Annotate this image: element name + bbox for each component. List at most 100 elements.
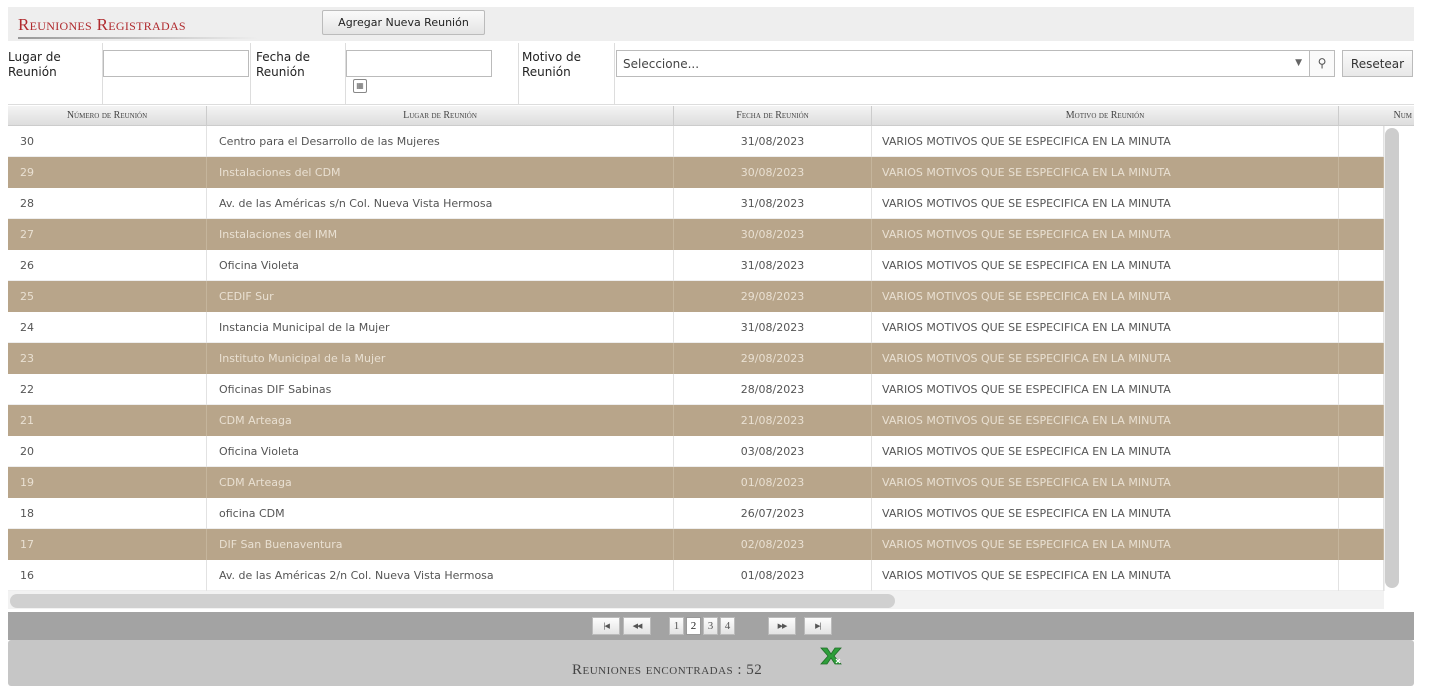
cell-num [1339,281,1384,312]
cell-lugar: DIF San Buenaventura [207,529,674,560]
table-row[interactable]: 17 DIF San Buenaventura 02/08/2023 VARIOS M… [8,529,1384,560]
cell-motivo: VARIOS MOTIVOS QUE SE ESPECIFICA EN LA M… [872,126,1339,157]
cell-num [1339,529,1384,560]
cell-fecha: 31/08/2023 [674,250,872,281]
pagination-bar: |◀ ◀◀ 1 2 3 4 ▶▶ ▶| [8,612,1414,640]
cell-motivo: VARIOS MOTIVOS QUE SE ESPECIFICA EN LA M… [872,343,1339,374]
table-row[interactable]: 20 Oficina Violeta 03/08/2023 VARIOS MOTIVO… [8,436,1384,467]
cell-lugar: Centro para el Desarrollo de las Mujeres [207,126,674,157]
cell-numero: 18 [8,498,207,529]
results-count: Reuniones encontradas : 52 [572,662,763,678]
column-header-fecha[interactable]: Fecha de Reunión [674,106,872,125]
cell-num [1339,157,1384,188]
cell-numero: 26 [8,250,207,281]
cell-motivo: VARIOS MOTIVOS QUE SE ESPECIFICA EN LA M… [872,498,1339,529]
table-row[interactable]: 28 Av. de las Américas s/n Col. Nueva Vis… [8,188,1384,219]
column-header-motivo[interactable]: Motivo de Reunión [872,106,1339,125]
table-body: 30 Centro para el Desarrollo de las Mujer… [8,126,1384,591]
cell-num [1339,405,1384,436]
reset-button[interactable]: Resetear [1342,50,1413,77]
cell-numero: 29 [8,157,207,188]
cell-motivo: VARIOS MOTIVOS QUE SE ESPECIFICA EN LA M… [872,374,1339,405]
cell-numero: 23 [8,343,207,374]
motivo-filter-label: Motivo de Reunión [522,50,581,79]
motivo-filter-select[interactable]: Seleccione... ▼ [616,50,1311,77]
vertical-scrollbar-thumb[interactable] [1385,128,1399,588]
title-underline [18,37,258,39]
cell-num [1339,126,1384,157]
cell-numero: 17 [8,529,207,560]
table-row[interactable]: 16 Av. de las Américas 2/n Col. Nueva Vis… [8,560,1384,591]
cell-fecha: 29/08/2023 [674,281,872,312]
cell-num [1339,188,1384,219]
cell-fecha: 31/08/2023 [674,312,872,343]
cell-motivo: VARIOS MOTIVOS QUE SE ESPECIFICA EN LA M… [872,467,1339,498]
fecha-filter-input[interactable] [346,50,492,77]
filter-bar: Lugar de Reunión Fecha de Reunión ▦ Moti… [8,43,1414,105]
cell-numero: 22 [8,374,207,405]
cell-lugar: Instalaciones del CDM [207,157,674,188]
table-row[interactable]: 30 Centro para el Desarrollo de las Mujer… [8,126,1384,157]
cell-lugar: oficina CDM [207,498,674,529]
table-row[interactable]: 19 CDM Arteaga 01/08/2023 VARIOS MOTIVOS QU… [8,467,1384,498]
cell-motivo: VARIOS MOTIVOS QUE SE ESPECIFICA EN LA M… [872,281,1339,312]
next-page-icon[interactable]: ▶▶ [768,617,796,635]
cell-lugar: CDM Arteaga [207,405,674,436]
lugar-filter-label: Lugar de Reunión [8,50,61,79]
cell-num [1339,250,1384,281]
first-page-icon[interactable]: |◀ [592,617,620,635]
cell-fecha: 28/08/2023 [674,374,872,405]
cell-num [1339,343,1384,374]
cell-fecha: 26/07/2023 [674,498,872,529]
cell-num [1339,312,1384,343]
page-button-2[interactable]: 2 [686,617,701,635]
add-meeting-button[interactable]: Agregar Nueva Reunión [322,10,485,35]
table-row[interactable]: 24 Instancia Municipal de la Mujer 31/08/2… [8,312,1384,343]
table-row[interactable]: 26 Oficina Violeta 31/08/2023 VARIOS MOTIVO… [8,250,1384,281]
table-row[interactable]: 22 Oficinas DIF Sabinas 28/08/2023 VARIOS M… [8,374,1384,405]
cell-fecha: 21/08/2023 [674,405,872,436]
table-row[interactable]: 27 Instalaciones del IMM 30/08/2023 VARIOS … [8,219,1384,250]
cell-lugar: CEDIF Sur [207,281,674,312]
cell-numero: 28 [8,188,207,219]
cell-numero: 21 [8,405,207,436]
calendar-icon[interactable]: ▦ [353,79,367,93]
cell-num [1339,374,1384,405]
column-header-num[interactable]: Num [1339,106,1414,125]
divider [614,43,615,105]
cell-motivo: VARIOS MOTIVOS QUE SE ESPECIFICA EN LA M… [872,405,1339,436]
cell-lugar: Av. de las Américas s/n Col. Nueva Vista… [207,188,674,219]
table-header: Número de Reunión Lugar de Reunión Fecha… [8,106,1414,126]
cell-numero: 16 [8,560,207,591]
cell-numero: 30 [8,126,207,157]
search-icon[interactable]: ⚲ [1309,50,1335,77]
cell-lugar: Oficina Violeta [207,436,674,467]
cell-num [1339,560,1384,591]
divider [250,43,251,105]
table-row[interactable]: 29 Instalaciones del CDM 30/08/2023 VARIOS … [8,157,1384,188]
last-page-icon[interactable]: ▶| [804,617,832,635]
excel-export-icon[interactable] [818,645,844,667]
page-button-3[interactable]: 3 [703,617,718,635]
cell-num [1339,467,1384,498]
cell-num [1339,436,1384,467]
table-row[interactable]: 23 Instituto Municipal de la Mujer 29/08/2… [8,343,1384,374]
horizontal-scrollbar-thumb[interactable] [10,594,895,608]
column-header-numero[interactable]: Número de Reunión [8,106,207,125]
cell-numero: 24 [8,312,207,343]
cell-motivo: VARIOS MOTIVOS QUE SE ESPECIFICA EN LA M… [872,312,1339,343]
cell-lugar: CDM Arteaga [207,467,674,498]
cell-fecha: 30/08/2023 [674,219,872,250]
previous-page-icon[interactable]: ◀◀ [623,617,651,635]
cell-lugar: Instituto Municipal de la Mujer [207,343,674,374]
table-row[interactable]: 21 CDM Arteaga 21/08/2023 VARIOS MOTIVOS QU… [8,405,1384,436]
chevron-down-icon[interactable]: ▼ [1295,58,1302,68]
cell-motivo: VARIOS MOTIVOS QUE SE ESPECIFICA EN LA M… [872,560,1339,591]
page-button-1[interactable]: 1 [669,617,684,635]
column-header-lugar[interactable]: Lugar de Reunión [207,106,674,125]
page-button-4[interactable]: 4 [720,617,735,635]
table-row[interactable]: 25 CEDIF Sur 29/08/2023 VARIOS MOTIVOS QUE … [8,281,1384,312]
cell-motivo: VARIOS MOTIVOS QUE SE ESPECIFICA EN LA M… [872,529,1339,560]
table-row[interactable]: 18 oficina CDM 26/07/2023 VARIOS MOTIVOS QU… [8,498,1384,529]
lugar-filter-input[interactable] [103,50,249,77]
